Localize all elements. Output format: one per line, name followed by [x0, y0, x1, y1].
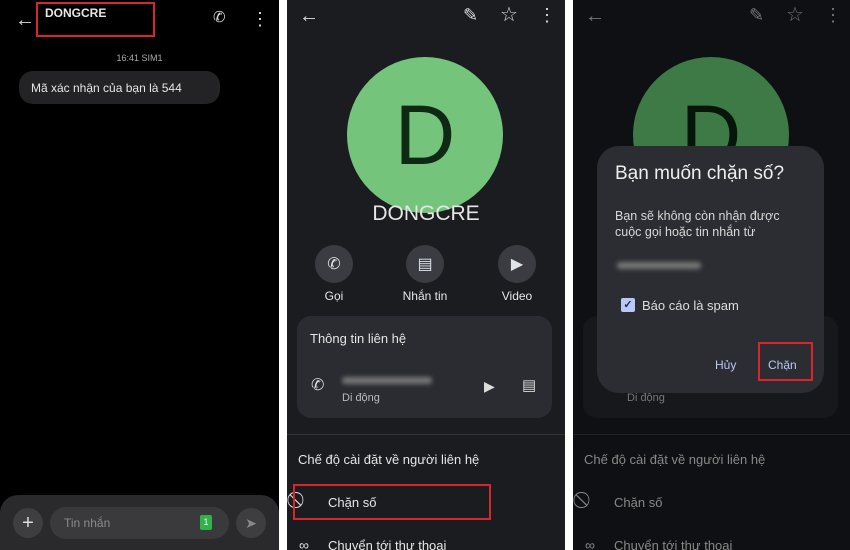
star-icon[interactable]: ☆ — [500, 5, 518, 25]
message-label: Nhắn tin — [402, 289, 448, 303]
star-icon[interactable]: ☆ — [786, 5, 804, 25]
phone-icon[interactable]: ✆ — [311, 378, 324, 394]
edit-pencil-icon[interactable]: ✎ — [463, 6, 478, 24]
contact-info-title: Thông tin liên hệ — [310, 331, 407, 346]
block-number-item[interactable]: Chặn số — [614, 495, 662, 510]
message-input[interactable]: Tin nhắn 1 — [50, 507, 229, 539]
message-icon[interactable]: ▤ — [406, 245, 444, 283]
phone-icon[interactable]: ✆ — [213, 10, 226, 25]
highlight-box — [293, 484, 491, 520]
phone-number-blurred[interactable] — [342, 377, 432, 384]
voicemail-icon: ∞ — [299, 537, 309, 550]
more-options-icon[interactable]: ⋮ — [824, 6, 842, 24]
block-dialog-screen: ← ✎ ☆ ⋮ D Di động Chế độ cài đặt về ngườ… — [573, 0, 850, 550]
report-spam-checkbox[interactable]: ✓ — [621, 298, 635, 312]
messages-screen: ← DONGCRE ✆ ⋮ 16:41 SIM1 Mã xác nhận của… — [0, 0, 279, 550]
back-arrow-icon[interactable]: ← — [585, 6, 605, 26]
video-icon[interactable]: ▶ — [484, 379, 495, 393]
voicemail-icon: ∞ — [585, 537, 595, 550]
call-label: Gọi — [324, 289, 344, 303]
block-confirm-dialog: Bạn muốn chặn số? Bạn sẽ không còn nhận … — [597, 146, 824, 393]
cancel-button[interactable]: Hủy — [715, 358, 736, 372]
message-icon[interactable]: ▤ — [522, 378, 536, 393]
edit-pencil-icon[interactable]: ✎ — [749, 6, 764, 24]
contact-screen: ← ✎ ☆ ⋮ D DONGCRE ✆ Gọi ▤ Nhắn tin ▶ Vid… — [287, 0, 565, 550]
more-options-icon[interactable]: ⋮ — [251, 10, 269, 28]
dialog-title: Bạn muốn chặn số? — [615, 163, 785, 184]
more-options-icon[interactable]: ⋮ — [538, 6, 556, 24]
highlight-box — [36, 2, 155, 37]
send-button[interactable]: ➤ — [236, 508, 266, 538]
divider — [287, 434, 565, 435]
settings-title: Chế độ cài đặt về người liên hệ — [298, 452, 480, 467]
message-timestamp: 16:41 SIM1 — [116, 53, 163, 63]
composer-bar: + Tin nhắn 1 ➤ — [0, 495, 279, 550]
message-input-placeholder: Tin nhắn — [64, 516, 111, 530]
voicemail-item[interactable]: Chuyển tới thư thoại — [614, 538, 732, 550]
phone-icon[interactable]: ✆ — [315, 245, 353, 283]
add-attachment-button[interactable]: + — [13, 508, 43, 538]
phone-type: Di động — [627, 392, 665, 404]
back-arrow-icon[interactable]: ← — [299, 6, 319, 26]
phone-type: Di động — [342, 392, 380, 404]
voicemail-item[interactable]: Chuyển tới thư thoại — [328, 538, 446, 550]
message-bubble[interactable]: Mã xác nhận của bạn là 544 — [19, 71, 220, 104]
report-spam-label[interactable]: Báo cáo là spam — [642, 298, 739, 313]
video-label: Video — [501, 289, 533, 303]
video-icon[interactable]: ▶ — [498, 245, 536, 283]
divider — [573, 434, 850, 435]
contact-name: DONGCRE — [372, 202, 480, 225]
contact-info-card: Thông tin liên hệ ✆ Di động ▶ ▤ — [297, 316, 552, 418]
highlight-box — [758, 342, 813, 381]
back-arrow-icon[interactable]: ← — [15, 10, 35, 30]
phone-number-blurred — [617, 262, 701, 269]
settings-title: Chế độ cài đặt về người liên hệ — [584, 452, 766, 467]
message-text: Mã xác nhận của bạn là 544 — [31, 81, 182, 95]
avatar: D — [347, 57, 503, 213]
dialog-body: Bạn sẽ không còn nhận được cuộc gọi hoặc… — [615, 209, 780, 239]
sim-badge[interactable]: 1 — [200, 515, 212, 530]
